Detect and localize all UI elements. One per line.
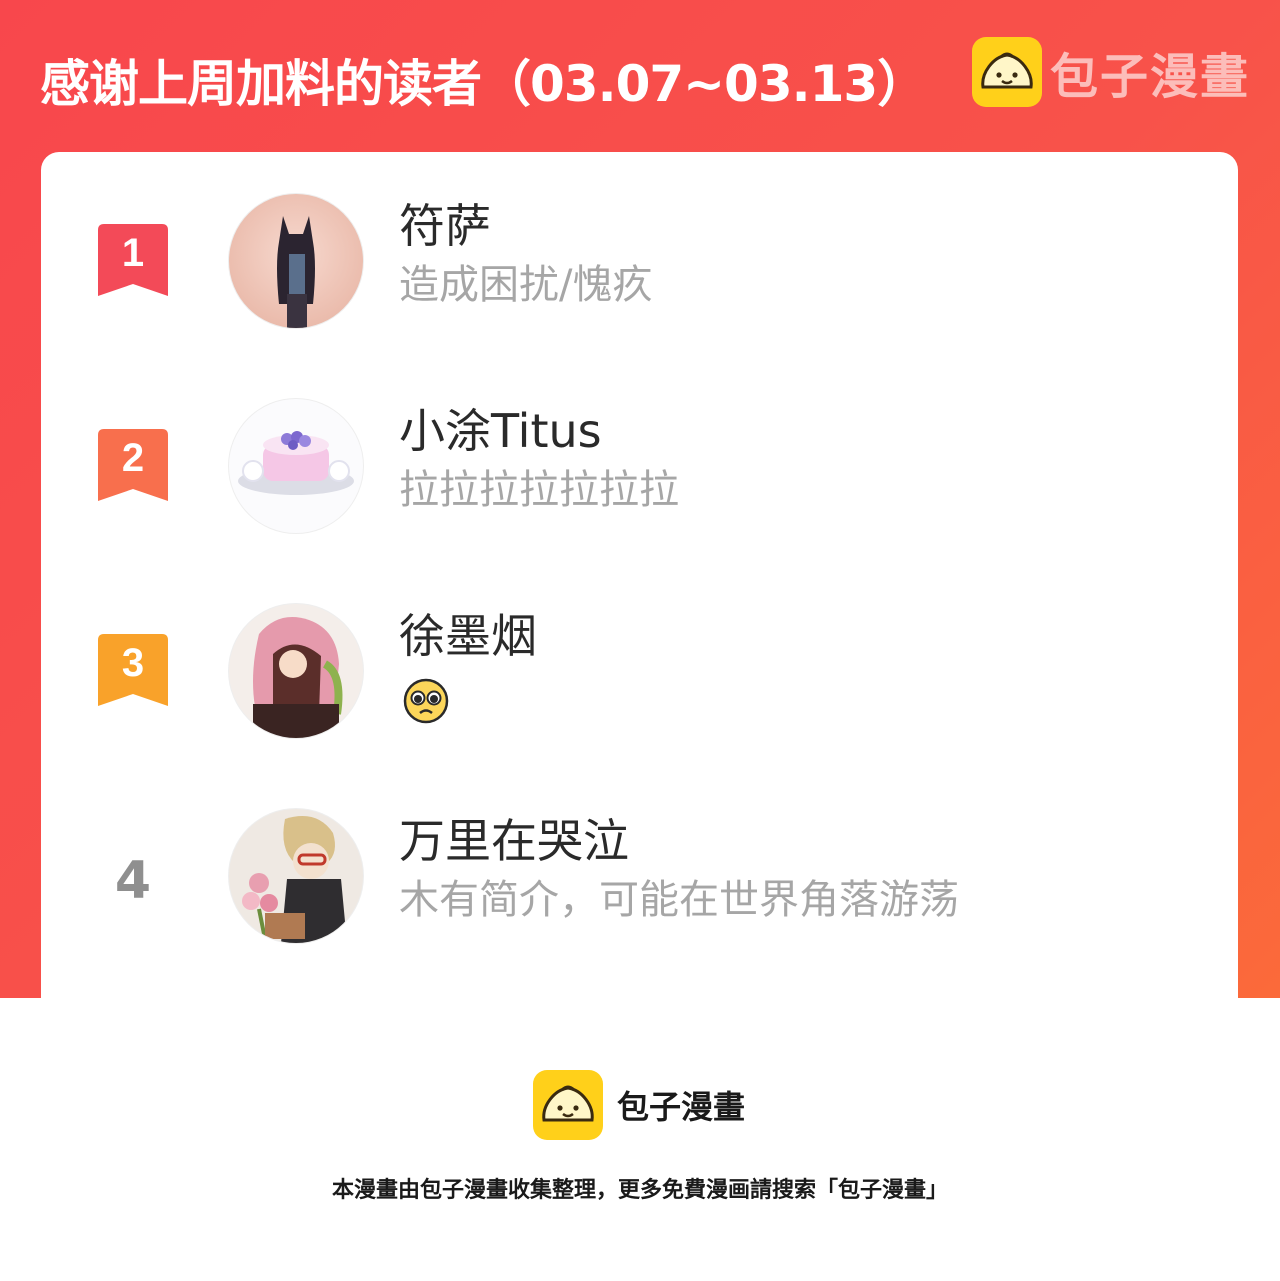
avatar[interactable] [229, 809, 363, 943]
rank-number: 2 [122, 436, 144, 480]
brand-name: 包子漫畫 [1050, 49, 1251, 105]
reader-name: 小涂Titus [399, 404, 602, 458]
steamed-bun-icon [533, 1070, 603, 1140]
footer-brand: 包子漫畫 [533, 1070, 745, 1140]
reader-name: 符萨 [399, 199, 491, 253]
page-title: 感谢上周加料的读者（03.07~03.13） [40, 55, 927, 113]
rank-badge: 1 [98, 224, 168, 300]
reader-bio: 拉拉拉拉拉拉拉 [399, 467, 679, 513]
reader-bio: 木有简介，可能在世界角落游荡 [399, 877, 959, 923]
list-item[interactable]: 2 小涂Titus 拉拉拉拉拉拉拉 [41, 357, 1238, 533]
reader-name: 万里在哭泣 [399, 814, 629, 868]
list-item[interactable]: 1 符萨 造成困扰/愧疚 [41, 152, 1238, 328]
list-item[interactable]: 4 万里在哭泣 木有简介，可能在世界角落游荡 [41, 767, 1238, 943]
rank-badge: 2 [98, 429, 168, 505]
list-item[interactable]: 3 徐墨烟 [41, 562, 1238, 738]
rank-number: 1 [122, 231, 144, 275]
steamed-bun-icon [972, 37, 1042, 107]
avatar[interactable] [229, 604, 363, 738]
avatar[interactable] [229, 194, 363, 328]
avatar[interactable] [229, 399, 363, 533]
rank-badge: 3 [98, 634, 168, 710]
reader-name: 徐墨烟 [399, 609, 537, 663]
rank-number: 3 [122, 641, 144, 685]
reader-bio: 造成困扰/愧疚 [399, 262, 653, 308]
ranking-card: 1 符萨 造成困扰/愧疚 2 小涂Titus 拉拉拉拉拉拉拉 3 徐墨烟 4 万… [41, 152, 1238, 1032]
brand-watermark: 包子漫畫 [972, 36, 1250, 108]
pleading-face-emoji-icon [403, 678, 449, 724]
footer-note: 本漫畫由包子漫畫收集整理，更多免費漫画請搜索「包子漫畫」 [331, 1178, 948, 1203]
rank-number: 4 [114, 851, 152, 911]
footer-brand-name: 包子漫畫 [617, 1088, 746, 1126]
